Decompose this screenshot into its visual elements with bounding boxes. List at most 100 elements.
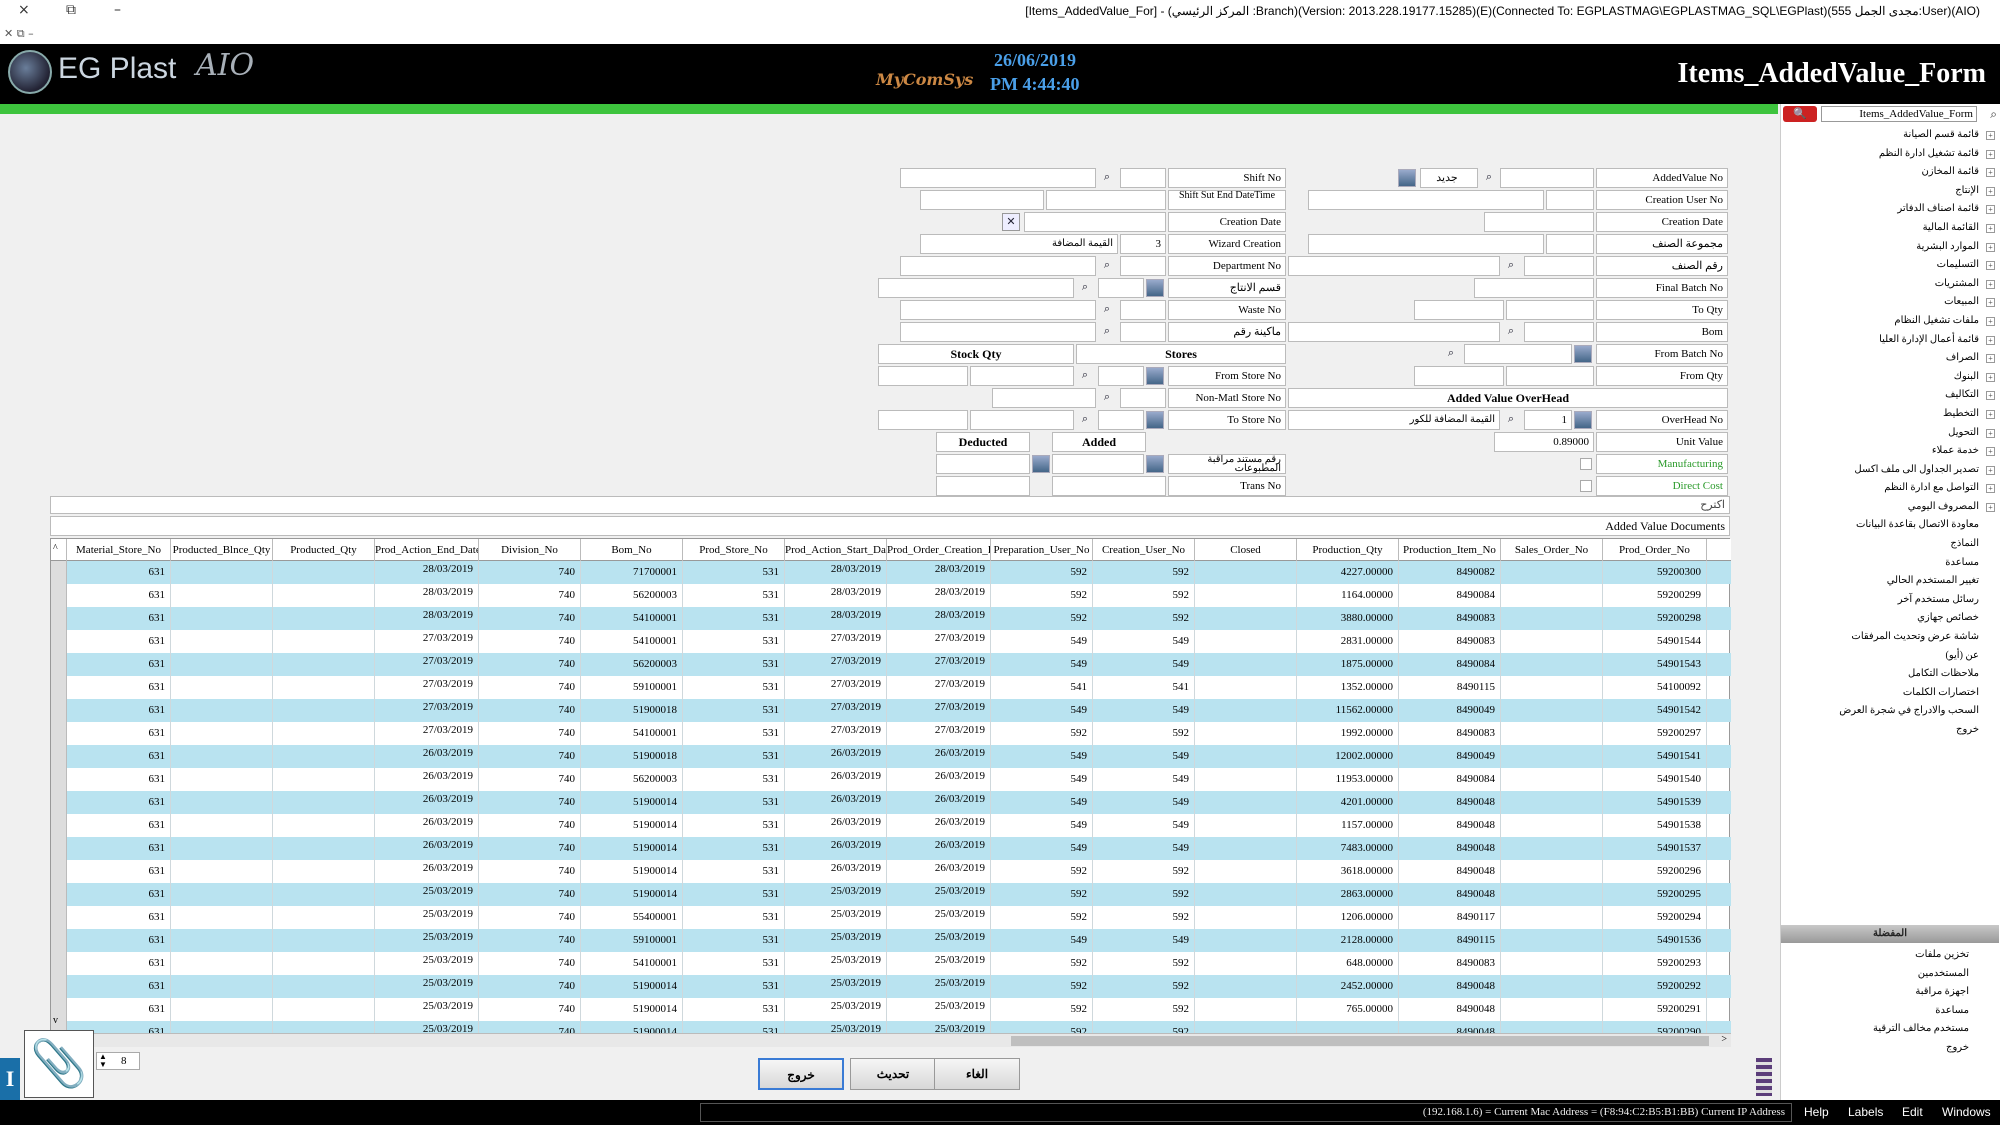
manufacturing-checkbox[interactable] [1580,458,1592,470]
sidebar-search-button[interactable]: 🔍 [1783,106,1817,122]
sidebar-tree-item[interactable]: قائمة أعمال الإدارة العليا + [1781,331,1999,350]
table-row[interactable]: 631 27/03/2019 740 56200003 531 27/03/2019 27/… [51,653,1731,676]
column-header[interactable]: Production_Qty [1297,539,1399,561]
expand-icon[interactable]: + [1986,316,1995,326]
table-row[interactable]: 631 25/03/2019 740 54100001 531 25/03/2019 25/… [51,952,1731,975]
table-row[interactable]: 631 25/03/2019 740 51900014 531 25/03/2019 25/… [51,975,1731,998]
sidebar-tree-item[interactable]: خدمة عملاء + [1781,442,1999,461]
scrollbar-thumb[interactable] [1011,1036,1709,1046]
creation-user-no-input[interactable] [1546,190,1594,210]
documents-grid[interactable]: Material_Store_No Producted_Blnce_Qty Prod… [50,538,1731,1047]
column-header[interactable]: Sales_Order_No [1501,539,1603,561]
sidebar-tree-item[interactable]: المبيعات + [1781,293,1999,312]
shift-end-date-input[interactable] [1046,190,1166,210]
cancel-button[interactable]: الغاء [934,1058,1020,1090]
waste-no-input[interactable] [1120,300,1166,320]
sidebar-tree-item[interactable]: البنوك + [1781,368,1999,387]
sidebar-tree-item[interactable]: التحويل + [1781,424,1999,443]
sidebar-tree-item[interactable]: معاودة الاتصال بقاعدة البيانات [1781,516,1999,535]
column-header[interactable]: Prod_Order_No [1603,539,1707,561]
sidebar-tree-item[interactable]: خروج [1781,721,1999,740]
search-icon[interactable]: ⌕ [1098,301,1116,319]
menu-windows[interactable]: Windows [1942,1105,1991,1119]
sidebar-tree-item[interactable]: الإنتاج + [1781,182,1999,201]
column-header[interactable]: Production_Item_No [1399,539,1501,561]
search-icon[interactable]: ⌕ [1990,107,1997,122]
addedvalue-no-input[interactable] [1500,168,1594,188]
from-qty-input[interactable] [1506,366,1594,386]
calendar-clear-icon[interactable]: ✕ [1002,213,1020,231]
expand-icon[interactable]: + [1986,168,1995,178]
sidebar-tree-item[interactable]: قائمة تشغيل ادارة النظم + [1781,145,1999,164]
sidebar-tree-item[interactable]: النماذج [1781,535,1999,554]
trans-no-deducted-input[interactable] [936,476,1030,496]
department-no-input[interactable] [1120,256,1166,276]
added-input[interactable] [1052,454,1144,474]
search-icon[interactable]: ⌕ [1442,345,1460,363]
sidebar-tree-item[interactable]: السحب والادراج في شجرة العرض [1781,702,1999,721]
expand-icon[interactable]: + [1986,372,1995,382]
from-batch-no-input[interactable] [1464,344,1572,364]
flag-icon[interactable] [1146,411,1164,429]
column-header[interactable]: Creation_User_No [1093,539,1195,561]
sidebar-tree-item[interactable]: مساعدة [1781,554,1999,573]
page-number-stepper[interactable]: ▲ ▼ 8 [96,1052,140,1070]
column-header[interactable]: Preparation_User_No [991,539,1093,561]
column-header[interactable]: Prod_Action_End_Date [375,539,479,561]
expand-icon[interactable]: + [1986,502,1995,512]
creation-date-input[interactable] [1484,212,1594,232]
row-selector[interactable] [51,676,67,699]
column-header[interactable]: Producted_Qty [273,539,375,561]
row-selector[interactable] [51,883,67,906]
search-icon[interactable]: ⌕ [1098,257,1116,275]
expand-icon[interactable]: + [1986,186,1995,196]
row-selector[interactable] [51,699,67,722]
search-icon[interactable]: ⌕ [1502,411,1520,429]
sidebar-tree-item[interactable]: خصائص جهازي [1781,609,1999,628]
sidebar-tree-item[interactable]: التخطيط + [1781,405,1999,424]
sidebar-tree-item[interactable]: شاشة عرض وتحديث المرفقات [1781,628,1999,647]
row-selector[interactable] [51,814,67,837]
flag-icon[interactable] [1574,345,1592,363]
machine-no-input[interactable] [1120,322,1166,342]
book-icon[interactable] [1756,1058,1772,1096]
expand-icon[interactable]: + [1986,391,1995,401]
row-selector[interactable] [51,745,67,768]
sidebar-tree-item[interactable]: ملفات تشغيل النظام + [1781,312,1999,331]
column-header[interactable]: Bom_No [581,539,683,561]
sidebar-tree-item[interactable]: الصراف + [1781,349,1999,368]
final-batch-no-input[interactable] [1474,278,1594,298]
sidebar-tree-item[interactable]: قائمة اصناف الدفاتر + [1781,200,1999,219]
favorite-item[interactable]: خروج [1781,1039,1999,1058]
sidebar-tree-item[interactable]: ملاحظات التكامل [1781,665,1999,684]
column-header[interactable]: Prod_Action_Start_Date [785,539,887,561]
sidebar-tree-item[interactable]: قائمة قسم الصيانة + [1781,126,1999,145]
exit-button[interactable]: خروج [758,1058,844,1090]
sidebar-tree-item[interactable]: رسائل مستخدم آخر [1781,591,1999,610]
search-icon[interactable]: ⌕ [1076,279,1094,297]
direct-cost-checkbox[interactable] [1580,480,1592,492]
table-row[interactable]: 631 27/03/2019 740 59100001 531 27/03/2019 27/… [51,676,1731,699]
paperclip-icon[interactable]: 📎 [24,1030,94,1098]
row-selector[interactable] [51,561,67,584]
search-icon[interactable]: ⌕ [1098,169,1116,187]
favorite-item[interactable]: تخزين ملفات [1781,946,1999,965]
non-matl-store-no-input[interactable] [1120,388,1166,408]
table-row[interactable]: 631 26/03/2019 740 51900014 531 26/03/2019 26/… [51,837,1731,860]
expand-icon[interactable]: + [1986,484,1995,494]
table-row[interactable]: 631 27/03/2019 740 54100001 531 27/03/2019 27/… [51,722,1731,745]
horizontal-scrollbar[interactable]: > [51,1033,1731,1047]
sidebar-tree-item[interactable]: المصروف اليومي + [1781,498,1999,517]
minimize-icon[interactable]: – [114,2,121,18]
row-selector[interactable] [51,860,67,883]
sidebar-tree-item[interactable]: التكاليف + [1781,386,1999,405]
row-selector[interactable] [51,929,67,952]
sidebar-tree-item[interactable]: تصدير الجداول الى ملف اكسل + [1781,461,1999,480]
to-store-no-input[interactable] [1098,410,1144,430]
new-record-field[interactable]: جديد [1420,168,1478,188]
table-row[interactable]: 631 25/03/2019 740 51900014 531 25/03/2019 25/… [51,998,1731,1021]
row-selector[interactable] [51,607,67,630]
sidebar-tree-item[interactable]: تغيير المستخدم الحالي [1781,572,1999,591]
table-row[interactable]: 631 26/03/2019 740 51900014 531 26/03/2019 26/… [51,814,1731,837]
row-selector[interactable] [51,906,67,929]
